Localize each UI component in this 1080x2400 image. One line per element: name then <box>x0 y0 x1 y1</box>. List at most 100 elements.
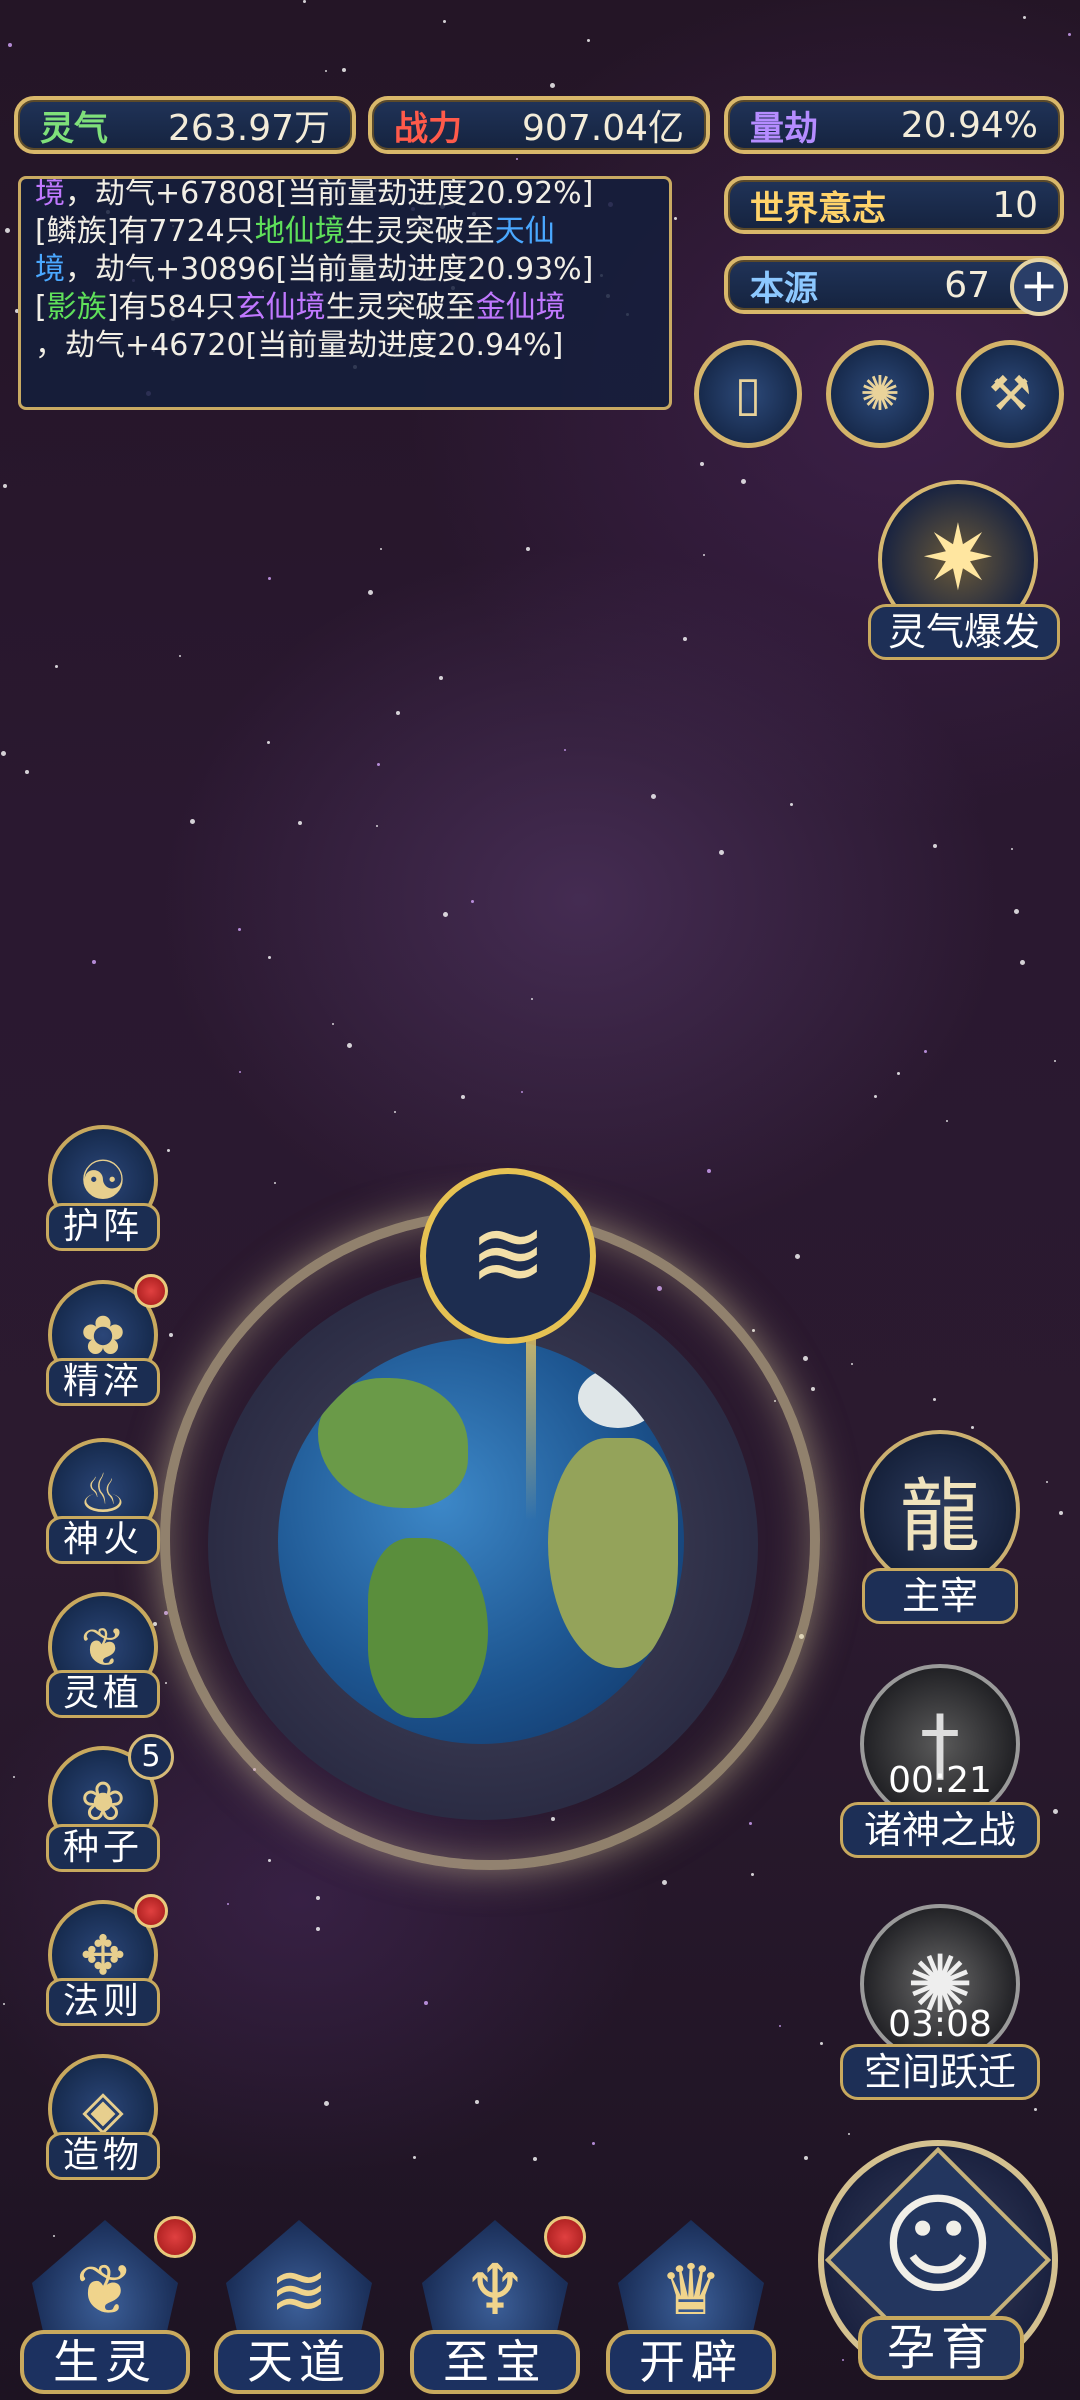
star <box>683 637 687 641</box>
star <box>1023 16 1026 19</box>
star <box>848 2133 850 2135</box>
zhushen-label: 诸神之战 <box>840 1802 1040 1858</box>
star <box>587 39 590 42</box>
nav-item[interactable]: ≋ 天道 <box>214 2210 384 2400</box>
star <box>92 960 96 964</box>
nav-item[interactable]: ♆ 至宝 <box>410 2210 586 2400</box>
star <box>550 83 555 88</box>
yunyu-button[interactable]: ☺ 孕育 <box>818 2140 1068 2390</box>
lingqi-stat[interactable]: 灵气 263.97万 <box>14 96 356 154</box>
star <box>169 1333 173 1337</box>
kongjian-label: 空间跃迁 <box>840 2044 1040 2100</box>
log-line: [鳞族]有7724只地仙境生灵突破至天仙 <box>35 214 555 249</box>
star <box>324 2101 329 2106</box>
star <box>5 228 10 233</box>
nav-item[interactable]: ❦ 生灵 <box>20 2210 196 2400</box>
star <box>790 803 793 806</box>
wave-crest-icon[interactable]: ≋ <box>420 1168 596 1344</box>
star <box>413 2156 416 2159</box>
star <box>707 1169 711 1173</box>
side-menu-item[interactable]: ❦ 灵植 <box>38 1592 168 1722</box>
star <box>946 1120 948 1122</box>
zhanli-stat[interactable]: 战力 907.04亿 <box>368 96 710 154</box>
log-line: [影族]有584只玄仙境生灵突破至金仙境 <box>35 290 566 325</box>
star <box>795 1254 800 1259</box>
star <box>779 2025 781 2027</box>
star <box>752 1329 755 1332</box>
star <box>897 1072 900 1075</box>
side-menu-item[interactable]: ✿ 精淬 <box>38 1274 168 1410</box>
star <box>924 1050 927 1053</box>
star <box>521 1091 523 1093</box>
star <box>8 43 12 47</box>
log-line: 境，劫气+30896[当前量劫进度20.93%] <box>35 252 594 287</box>
shijie-stat[interactable]: 世界意志 10 <box>724 176 1064 234</box>
nav-label: 开辟 <box>606 2330 776 2394</box>
star <box>274 1182 276 1184</box>
zhuzai-label: 主宰 <box>862 1568 1018 1624</box>
star <box>1068 33 1071 36</box>
star <box>443 912 448 917</box>
benyuan-label: 本源 <box>750 268 818 309</box>
earth-globe[interactable] <box>278 1338 684 1744</box>
star <box>376 825 378 827</box>
star <box>368 590 373 595</box>
card-button[interactable]: ▯ <box>694 340 802 448</box>
star <box>461 1095 465 1099</box>
zhuzai-button[interactable]: 龍 主宰 <box>842 1430 1032 1630</box>
side-menu-item[interactable]: ♨ 神火 <box>38 1438 168 1568</box>
side-menu-label: 法则 <box>46 1978 160 2026</box>
star <box>741 479 746 484</box>
star <box>238 928 241 931</box>
nav-item[interactable]: ♛ 开辟 <box>606 2210 776 2400</box>
swirl-button[interactable]: ✺ <box>826 340 934 448</box>
notification-dot <box>134 1274 168 1308</box>
side-menu-item[interactable]: ✥ 法则 <box>38 1894 168 2030</box>
zhushen-button[interactable]: † 00:21 诸神之战 <box>840 1664 1040 1864</box>
log-line: ，劫气+46720[当前量劫进度20.94%] <box>35 328 564 363</box>
star <box>377 763 380 766</box>
card-icon: ▯ <box>734 366 762 422</box>
star <box>1054 1060 1056 1062</box>
side-menu-item[interactable]: ☯ 护阵 <box>38 1125 168 1255</box>
lingqi-burst-button[interactable]: ✷ 灵气爆发 <box>868 480 1060 660</box>
star <box>342 68 346 72</box>
liangjie-value: 20.94% <box>900 104 1038 146</box>
star <box>443 20 446 23</box>
star <box>592 2142 595 2145</box>
kongjian-button[interactable]: ✺ 03:08 空间跃迁 <box>840 1904 1040 2104</box>
star <box>651 794 656 799</box>
event-log: 境，劫气+67808[当前量劫进度20.92%] [鳞族]有7724只地仙境生灵… <box>18 176 672 410</box>
axe-button[interactable]: ⚒ <box>956 340 1064 448</box>
star <box>1059 1511 1063 1515</box>
figure-icon: ☺ <box>880 2181 996 2309</box>
star <box>268 1859 271 1862</box>
star <box>239 1071 241 1073</box>
star <box>267 741 270 744</box>
star <box>325 70 327 72</box>
star <box>380 548 382 550</box>
star <box>298 821 302 825</box>
kongjian-timer: 03:08 <box>888 2004 992 2045</box>
star <box>874 1095 877 1098</box>
lingqi-label: 灵气 <box>40 108 108 149</box>
star <box>316 1927 320 1931</box>
add-benyuan-button[interactable]: + <box>1010 258 1068 316</box>
shijie-value: 10 <box>992 184 1038 226</box>
star <box>674 217 677 220</box>
star <box>471 900 474 903</box>
liangjie-stat[interactable]: 量劫 20.94% <box>724 96 1064 154</box>
star <box>268 577 271 580</box>
star <box>719 850 724 855</box>
notification-dot <box>134 1894 168 1928</box>
star <box>933 844 937 848</box>
side-menu-label: 灵植 <box>46 1670 160 1718</box>
star <box>1034 2108 1037 2111</box>
side-menu-item[interactable]: ◈ 造物 <box>38 2054 168 2184</box>
star <box>25 770 29 774</box>
star <box>227 1903 229 1905</box>
side-menu-item[interactable]: ❀ 种子 5 <box>38 1734 174 1876</box>
star <box>564 749 566 751</box>
star <box>3 2003 5 2005</box>
star <box>268 956 271 959</box>
